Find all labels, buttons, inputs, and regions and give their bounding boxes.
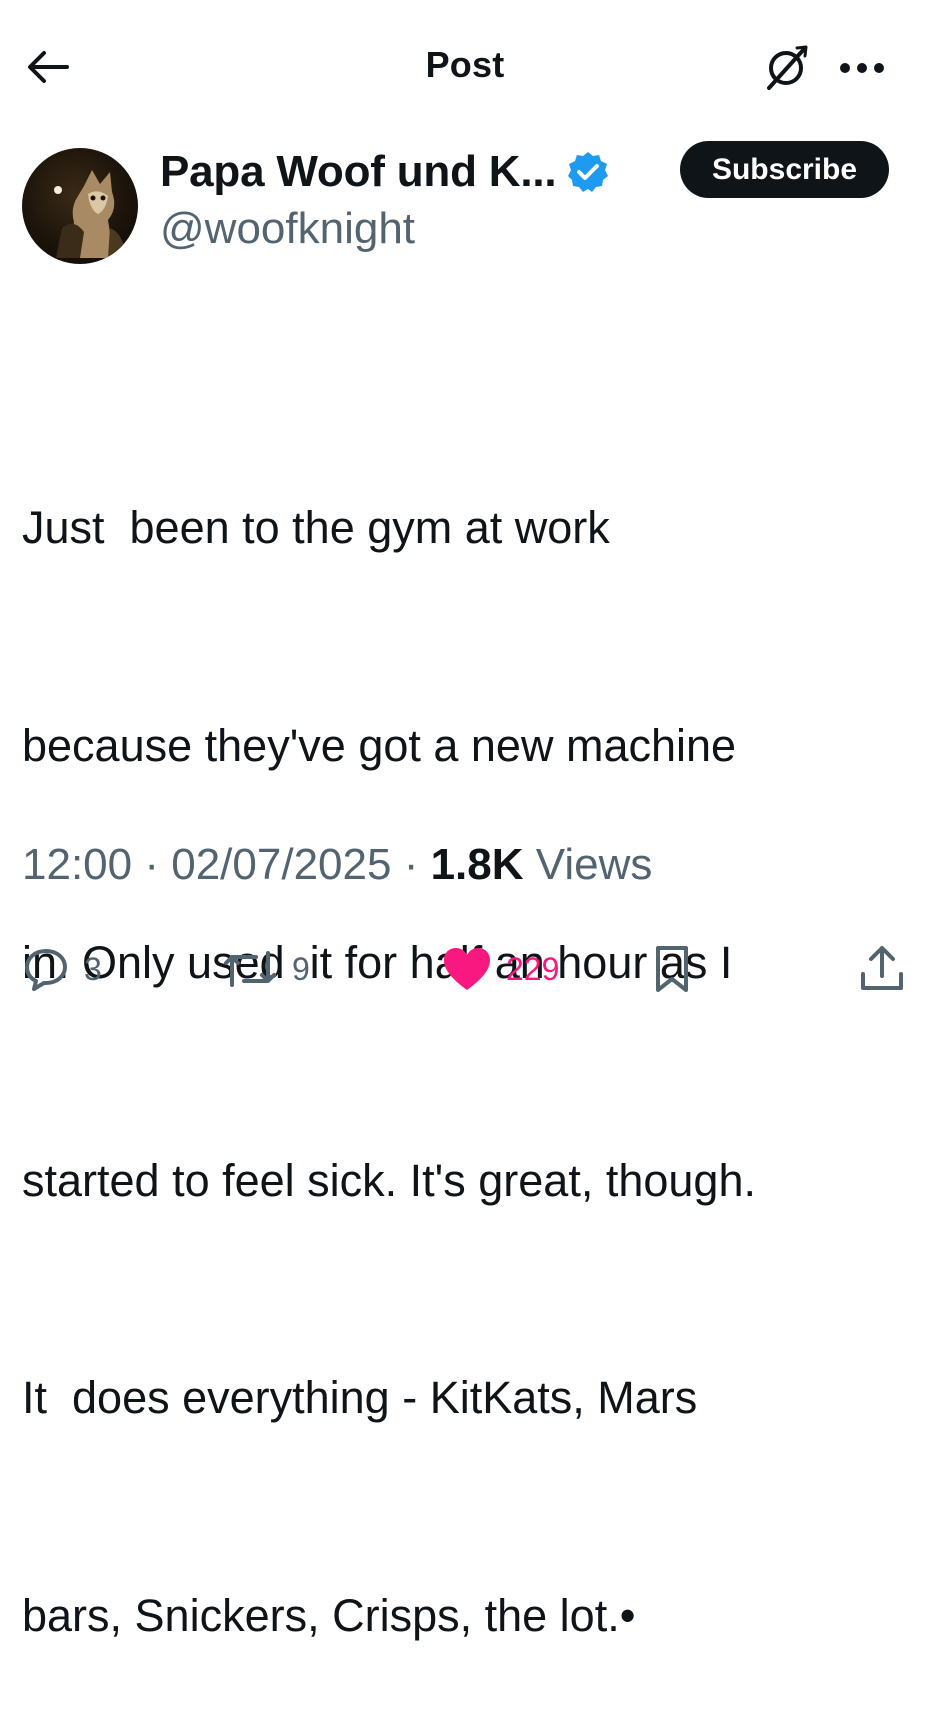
more-dots-icon: [840, 63, 884, 73]
verified-badge-icon[interactable]: [566, 150, 610, 194]
author-display-name[interactable]: Papa Woof und K...: [160, 147, 557, 197]
grok-icon: [767, 45, 808, 90]
bookmark-icon: [656, 946, 688, 992]
repost-count: 9: [292, 950, 310, 987]
post-meta: 12:00 · 02/07/2025 · 1.8K Views: [22, 840, 652, 890]
post-text-line: bars, Snickers, Crisps, the lot.•: [22, 1589, 636, 1641]
heart-icon: [444, 948, 490, 990]
share-icon: [861, 946, 903, 990]
avatar[interactable]: [22, 148, 138, 264]
avatar-image: [54, 170, 124, 258]
post-text-line: Just been to the gym at work: [22, 502, 610, 553]
action-bar: 3 9 229: [0, 930, 930, 1010]
like-count: 229: [506, 950, 560, 987]
reply-button[interactable]: 3: [22, 942, 102, 996]
top-bar: Post: [0, 0, 930, 130]
author-name-row[interactable]: Papa Woof und K...: [160, 142, 610, 202]
meta-separator: ·: [144, 840, 159, 889]
share-button[interactable]: [858, 942, 906, 996]
repost-icon: [224, 951, 276, 987]
post-text: Just been to the gym at work because the…: [22, 347, 912, 1725]
reply-count: 3: [84, 950, 102, 987]
grok-button[interactable]: [756, 40, 816, 94]
repost-button[interactable]: 9: [222, 942, 310, 996]
subscribe-button[interactable]: Subscribe: [680, 141, 889, 198]
post-text-line: It does everything - KitKats, Mars: [22, 1372, 698, 1423]
bookmark-button[interactable]: [652, 942, 692, 996]
reply-icon: [25, 949, 67, 991]
post-time[interactable]: 12:00: [22, 840, 132, 889]
post-text-line: because they've got a new machine: [22, 719, 737, 771]
post-text-line: started to feel sick. It's great, though…: [22, 1154, 756, 1206]
post-date[interactable]: 02/07/2025: [171, 840, 391, 889]
views-label[interactable]: Views: [536, 840, 653, 889]
like-button[interactable]: 229: [442, 942, 559, 996]
more-options-button[interactable]: [832, 48, 892, 88]
meta-separator: ·: [403, 840, 419, 889]
views-count[interactable]: 1.8K: [431, 840, 524, 889]
author-handle[interactable]: @woofknight: [160, 204, 415, 254]
